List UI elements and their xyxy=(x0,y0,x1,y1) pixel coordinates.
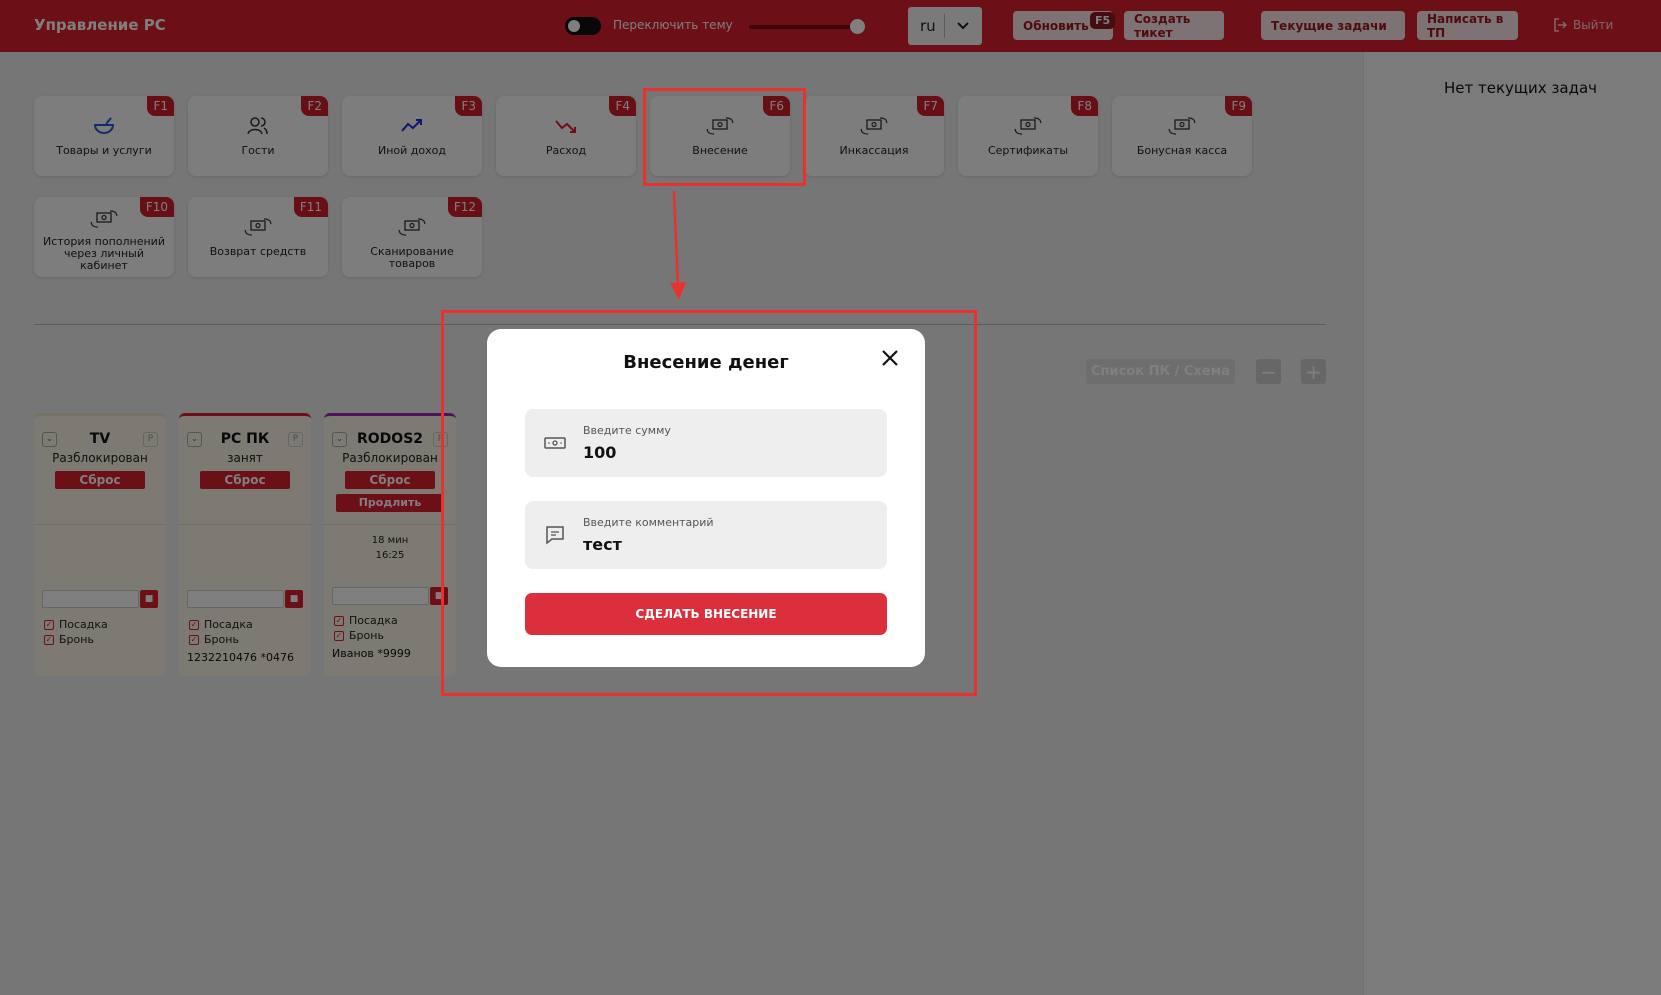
modal-title: Внесение денег xyxy=(623,352,789,373)
comment-field[interactable]: Введите комментарий тест xyxy=(525,501,887,569)
amount-field[interactable]: Введите сумму 100 xyxy=(525,409,887,477)
highlight-box-tile xyxy=(643,88,806,186)
submit-cash-in-button[interactable]: СДЕЛАТЬ ВНЕСЕНИЕ xyxy=(525,593,887,635)
comment-label: Введите комментарий xyxy=(583,516,714,529)
close-icon[interactable] xyxy=(881,349,899,367)
annotation-arrow-icon xyxy=(670,190,686,300)
cash-in-modal: Внесение денег Введите сумму 100 Введите… xyxy=(487,329,925,667)
amount-label: Введите сумму xyxy=(583,424,671,437)
money-icon xyxy=(544,437,566,449)
comment-icon xyxy=(546,526,564,545)
comment-value[interactable]: тест xyxy=(583,535,622,554)
amount-value[interactable]: 100 xyxy=(583,443,616,462)
